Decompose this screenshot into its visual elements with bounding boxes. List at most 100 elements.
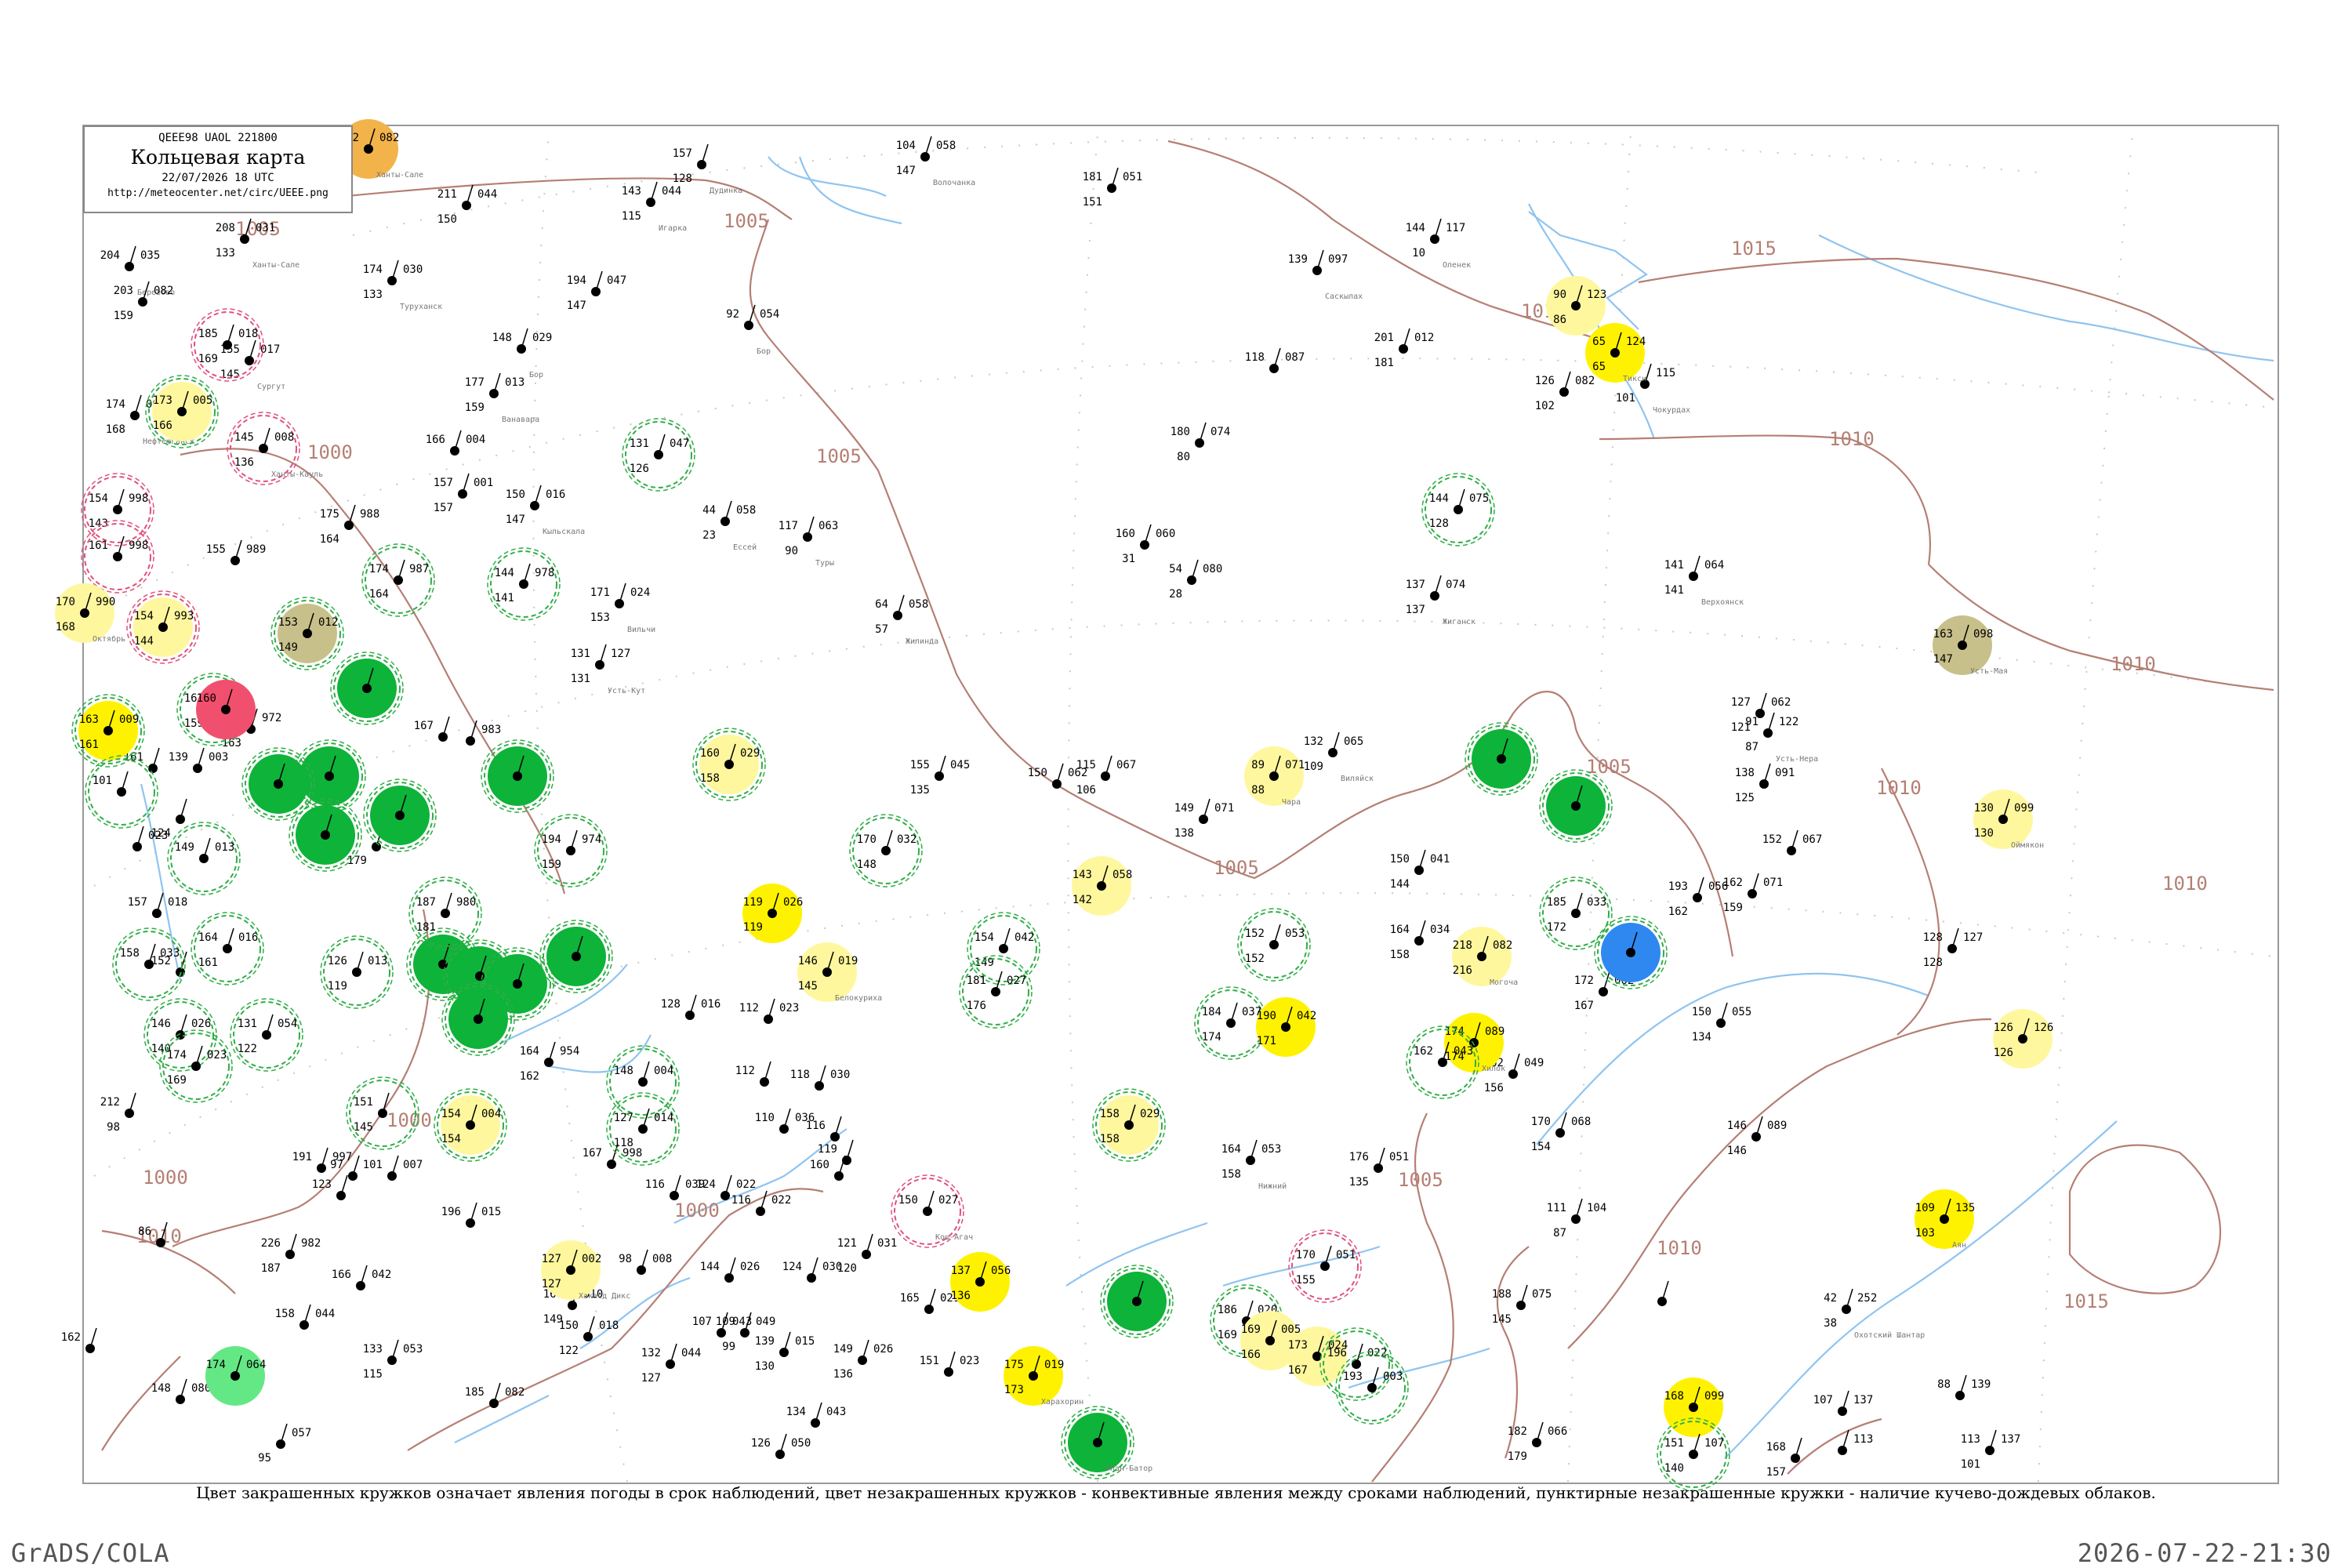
pressure-label: 033 (1587, 896, 1606, 909)
pressure-label: 023 (960, 1355, 979, 1367)
pressure-label: 082 (505, 1386, 524, 1399)
temperature-label: 128 (661, 998, 681, 1011)
isobar-label: 1000 (143, 1167, 188, 1189)
dewpoint-label: 137 (1406, 604, 1425, 616)
pressure-label: 075 (1469, 492, 1489, 505)
pressure-label: 043 (826, 1406, 846, 1418)
pressure-label: 980 (456, 896, 476, 909)
dewpoint-label: 216 (1453, 964, 1472, 977)
temperature-label: 174 (363, 263, 383, 276)
pressure-label: 026 (740, 1261, 760, 1273)
pressure-label: 082 (1575, 375, 1595, 387)
pressure-label: 024 (630, 586, 650, 599)
station-name: Нижний (1258, 1181, 1287, 1191)
dewpoint-label: 122 (559, 1345, 579, 1357)
pressure-label: 043 (1454, 1045, 1473, 1058)
temperature-label: 203 (114, 285, 133, 297)
station-name: Усть-Нера (1776, 755, 1818, 764)
isobar-label: 1000 (307, 441, 353, 463)
dewpoint-label: 145 (220, 368, 240, 381)
pressure-label: 015 (795, 1335, 815, 1348)
dewpoint-label: 141 (495, 592, 514, 604)
dewpoint-label: 120 (837, 1262, 857, 1275)
temperature-label: 139 (755, 1335, 775, 1348)
dewpoint-label: 157 (1766, 1466, 1786, 1479)
pressure-label: 023 (207, 1049, 227, 1062)
station-name: Туры (815, 559, 834, 568)
temperature-label: 176 (1349, 1151, 1369, 1163)
temperature-label: 146 (1727, 1120, 1747, 1132)
dewpoint-label: 88 (1251, 784, 1265, 797)
dewpoint-label: 172 (1547, 921, 1566, 934)
pressure-label: 013 (215, 841, 234, 854)
pressure-label: 058 (909, 598, 928, 611)
pressure-label: 030 (830, 1069, 850, 1081)
temperature-label: 137 (1406, 579, 1425, 591)
pressure-label: 064 (1704, 559, 1724, 572)
dewpoint-label: 174 (1202, 1031, 1221, 1044)
dewpoint-label: 141 (1664, 584, 1684, 597)
dewpoint-label: 179 (1508, 1450, 1527, 1463)
pressure-label: 030 (403, 263, 423, 276)
temperature-label: 154 (134, 610, 154, 622)
temperature-label: 44 (702, 504, 716, 517)
pressure-label: 032 (897, 833, 916, 846)
temperature-label: 101 (363, 1159, 383, 1171)
dewpoint-label: 144 (134, 635, 154, 648)
dewpoint-label: 181 (416, 921, 436, 934)
pressure-label: 099 (2014, 802, 2034, 815)
pressure-label: 014 (654, 1112, 673, 1124)
station-name: Улан-Батор (1105, 1465, 1152, 1473)
pressure-label: 071 (1214, 802, 1234, 815)
pressure-label: 089 (1485, 1025, 1504, 1038)
pressure-label: 008 (274, 431, 294, 444)
pressure-label: 053 (403, 1343, 423, 1356)
station-name: Вильчи (627, 626, 655, 634)
temperature-label: 193 (1343, 1370, 1363, 1383)
temperature-label: 92 (726, 308, 739, 321)
temperature-label: 155 (206, 543, 226, 556)
temperature-label: 168 (1664, 1390, 1684, 1403)
dewpoint-label: 147 (896, 165, 916, 177)
temperature-label: 109 (716, 1316, 735, 1328)
temperature-label: 163 (79, 713, 99, 726)
dewpoint-label: 131 (571, 673, 590, 685)
dewpoint-label: 169 (198, 353, 218, 365)
pressure-label: 049 (1524, 1057, 1544, 1069)
temperature-label: 145 (234, 431, 254, 444)
temperature-label: 165 (900, 1292, 920, 1305)
pressure-label: 080 (1203, 563, 1222, 575)
pressure-label: 058 (1112, 869, 1132, 881)
dewpoint-label: 135 (1349, 1176, 1369, 1189)
isobar-label: 1000 (387, 1109, 432, 1131)
dewpoint-label: 38 (1824, 1317, 1837, 1330)
temperature-label: 126 (328, 955, 347, 967)
temperature-label: 157 (434, 477, 453, 489)
temperature-label: 193 (1668, 880, 1688, 893)
dewpoint-label: 153 (590, 612, 610, 624)
temperature-label: 148 (614, 1065, 633, 1077)
dewpoint-label: 115 (363, 1368, 383, 1381)
dewpoint-label: 130 (1974, 827, 1994, 840)
temperature-label: 101 (93, 775, 112, 787)
pressure-label: 087 (1285, 351, 1305, 364)
temperature-label: 173 (153, 394, 172, 407)
pressure-label: 047 (670, 437, 689, 450)
dewpoint-label: 147 (506, 514, 525, 526)
pressure-label: 027 (1007, 975, 1026, 987)
dewpoint-label: 127 (641, 1372, 661, 1385)
pressure-label: 042 (1014, 931, 1034, 944)
station-name: Ессей (733, 543, 757, 552)
temperature-label: 131 (238, 1018, 257, 1030)
dewpoint-label: 90 (785, 545, 798, 557)
dewpoint-label: 143 (89, 517, 108, 530)
isobar-label: 1015 (2063, 1290, 2109, 1312)
dewpoint-label: 124 (151, 827, 171, 840)
pressure-label: 009 (119, 713, 139, 726)
dewpoint-label: 140 (1664, 1462, 1684, 1475)
pressure-label: 002 (582, 1253, 601, 1265)
station-circle-plot[interactable]: 160 (196, 680, 256, 739)
dewpoint-label: 57 (875, 623, 888, 636)
weather-map: 1005 1000 1005 1000 1005 1005 1010 1015 … (55, 119, 2279, 1491)
legend-url[interactable]: http://meteocenter.net/circ/UEEE.png (85, 187, 351, 199)
